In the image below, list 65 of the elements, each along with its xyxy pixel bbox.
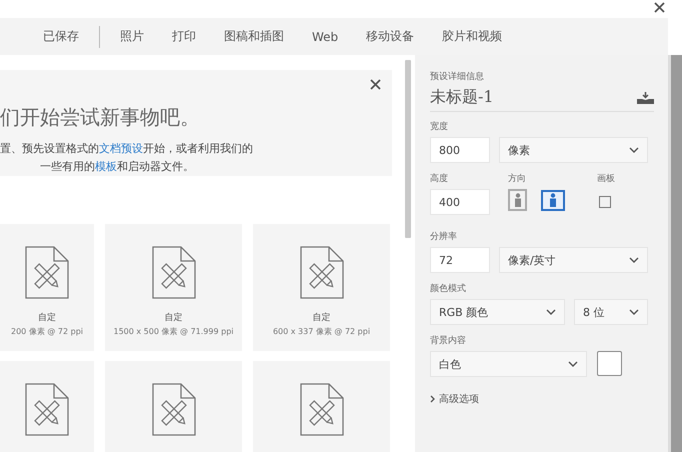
background-dropdown[interactable]: 白色 xyxy=(430,351,587,377)
person-icon xyxy=(514,193,522,207)
advanced-options-toggle[interactable]: 高级选项 xyxy=(430,392,654,406)
preset-card[interactable] xyxy=(253,361,390,452)
close-icon xyxy=(370,79,381,90)
preset-card[interactable] xyxy=(105,361,242,452)
preset-tab[interactable]: 移动设备 xyxy=(352,28,428,45)
preset-tab[interactable]: 已保存 xyxy=(29,28,93,45)
resolution-field[interactable]: 72 xyxy=(430,247,490,273)
preset-card[interactable]: 自定 600 x 337 像素 @ 72 ppi xyxy=(253,224,390,351)
preset-tab[interactable]: 照片 xyxy=(106,28,158,45)
field-label: 背景内容 xyxy=(430,334,467,347)
preset-size: 1500 x 500 像素 @ 71.999 ppi xyxy=(114,326,234,337)
portrait-button[interactable] xyxy=(508,189,527,211)
preset-name: 自定 xyxy=(164,312,182,324)
file-pencil-ruler-icon xyxy=(152,383,196,436)
resolution-unit-dropdown[interactable]: 像素/英寸 xyxy=(499,247,648,273)
section-label: 预设详细信息 xyxy=(430,70,485,83)
close-icon xyxy=(654,2,664,12)
chevron-right-icon xyxy=(430,395,435,403)
height-field[interactable]: 400 xyxy=(430,189,490,215)
color-mode-dropdown[interactable]: RGB 颜色 xyxy=(430,299,565,325)
banner-text: 一些有用的模板和启动器文件。 xyxy=(39,159,195,175)
preset-card[interactable] xyxy=(0,361,94,452)
field-label: 高度 xyxy=(430,172,449,185)
file-pencil-ruler-icon xyxy=(152,246,196,299)
document-title[interactable]: 未标题-1 xyxy=(430,87,494,108)
field-label: 画板 xyxy=(597,172,615,185)
chevron-down-icon xyxy=(568,361,578,367)
scrollbar-thumb[interactable] xyxy=(404,60,410,238)
preset-tab[interactable]: 胶片和视频 xyxy=(428,28,516,45)
landscape-button[interactable] xyxy=(541,190,565,210)
banner-text: 置、预先设置格式的文档预设开始，或者利用我们的 xyxy=(0,141,254,157)
file-pencil-ruler-icon xyxy=(300,383,344,436)
file-pencil-ruler-icon xyxy=(300,246,344,299)
field-label: 方向 xyxy=(508,172,527,185)
preset-name: 自定 xyxy=(312,312,330,324)
chevron-down-icon xyxy=(629,257,639,263)
banner-link[interactable]: 模板 xyxy=(95,160,117,173)
preset-tab[interactable]: 图稿和插图 xyxy=(210,28,298,45)
width-field[interactable]: 800 xyxy=(430,137,490,163)
file-pencil-ruler-icon xyxy=(25,246,69,299)
preset-name: 自定 xyxy=(38,312,56,324)
banner-title: 们开始尝试新事物吧。 xyxy=(0,104,201,131)
field-label: 颜色模式 xyxy=(430,282,467,295)
preset-card[interactable]: 自定 1500 x 500 像素 @ 71.999 ppi xyxy=(105,224,242,351)
artboard-checkbox[interactable] xyxy=(599,196,611,208)
close-button[interactable] xyxy=(652,0,666,14)
unit-dropdown[interactable]: 像素 xyxy=(499,137,648,163)
bit-depth-dropdown[interactable]: 8 位 xyxy=(574,299,648,325)
chevron-down-icon xyxy=(629,147,639,153)
chevron-down-icon xyxy=(629,309,639,315)
preset-size: 600 x 337 像素 @ 72 ppi xyxy=(272,326,370,337)
chevron-down-icon xyxy=(546,309,556,315)
preset-tab[interactable]: 打印 xyxy=(158,28,210,45)
preset-card[interactable]: 自定 200 像素 @ 72 ppi xyxy=(0,224,94,351)
field-label: 宽度 xyxy=(430,120,449,133)
field-label: 分辨率 xyxy=(430,230,458,243)
person-icon xyxy=(549,193,557,207)
file-pencil-ruler-icon xyxy=(25,383,69,436)
save-preset-icon[interactable] xyxy=(637,92,654,104)
color-swatch[interactable] xyxy=(597,351,622,376)
preset-size: 200 像素 @ 72 ppi xyxy=(11,326,83,337)
banner-link[interactable]: 文档预设 xyxy=(99,142,143,155)
preset-tab[interactable]: Web xyxy=(298,30,352,44)
